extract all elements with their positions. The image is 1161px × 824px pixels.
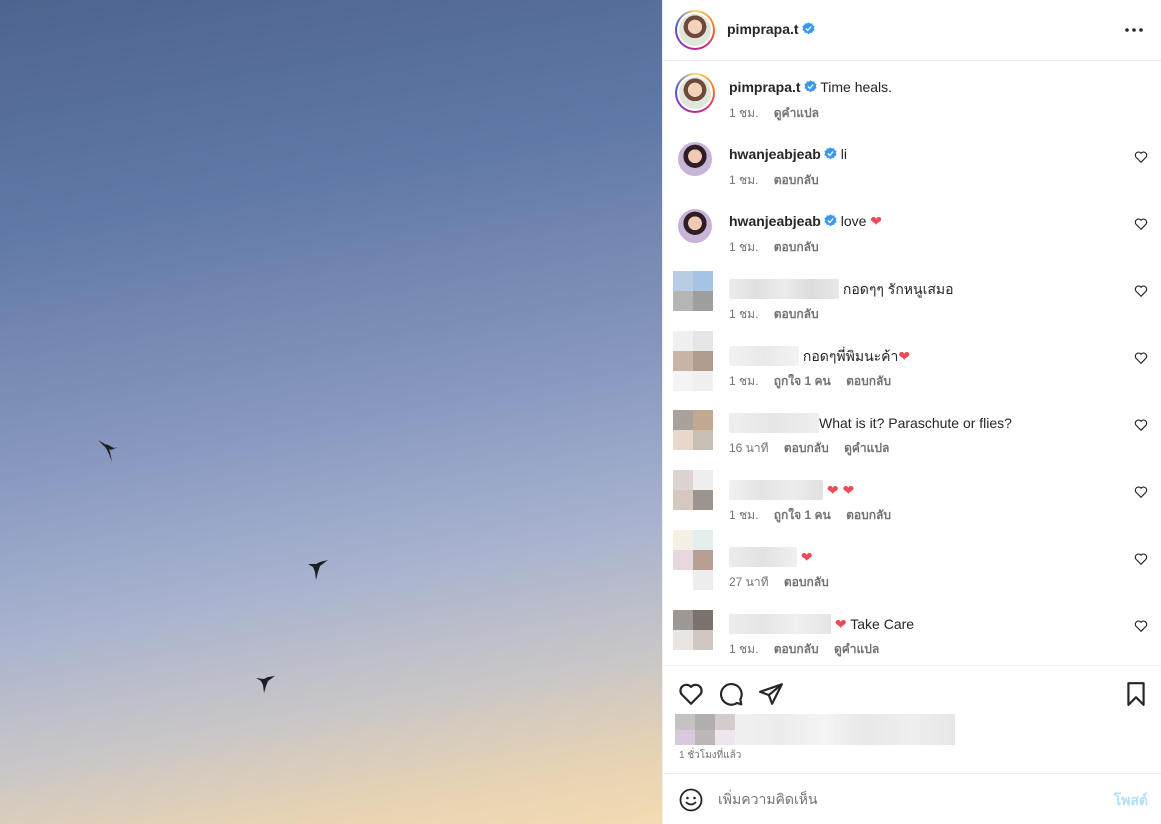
commenter-avatar[interactable] — [673, 331, 713, 391]
comment-likes-count[interactable]: ถูกใจ 1 คน — [774, 508, 831, 522]
reply-button[interactable]: ตอบกลับ — [784, 575, 829, 589]
comment-input[interactable] — [718, 787, 1098, 811]
author-avatar[interactable] — [675, 10, 715, 50]
commenter-username[interactable]: hwanjeabjeab — [729, 213, 821, 229]
bird-1 — [98, 440, 118, 462]
like-comment-icon[interactable] — [1134, 552, 1148, 566]
verified-icon — [803, 80, 817, 93]
blurred-username[interactable] — [729, 346, 799, 366]
bird-3 — [256, 676, 275, 693]
blurred-username[interactable] — [729, 480, 823, 500]
reply-button[interactable]: ตอบกลับ — [774, 642, 819, 656]
commenter-avatar[interactable] — [673, 470, 713, 510]
like-icon[interactable] — [678, 681, 704, 707]
comment-time[interactable]: 1 ชม. — [729, 307, 758, 321]
blurred-username[interactable] — [729, 614, 831, 634]
reply-button[interactable]: ตอบกลับ — [846, 508, 891, 522]
emoji-icon[interactable] — [679, 788, 703, 812]
comment-time[interactable]: 16 นาที — [729, 441, 769, 455]
caption-text: Time heals. — [820, 79, 893, 95]
commenter-avatar[interactable] — [673, 610, 713, 650]
comment-time[interactable]: 27 นาที — [729, 575, 769, 589]
commenter-avatar[interactable] — [673, 530, 713, 590]
author-name-row: pimprapa.t — [727, 21, 815, 39]
comment-icon[interactable] — [718, 681, 744, 707]
verified-icon — [824, 147, 837, 160]
caption-username[interactable]: pimprapa.t — [729, 79, 801, 95]
like-comment-icon[interactable] — [1134, 418, 1148, 432]
comment-time[interactable]: 1 ชม. — [729, 173, 758, 187]
add-comment-bar: โพสต์ — [663, 773, 1161, 824]
post-header: pimprapa.t — [663, 0, 1161, 61]
reply-button[interactable]: ตอบกลับ — [774, 240, 819, 254]
like-comment-icon[interactable] — [1134, 351, 1148, 365]
blurred-username[interactable] — [729, 547, 797, 567]
commenter-avatar[interactable] — [678, 142, 712, 176]
red-heart-emoji: ❤ — [842, 482, 855, 498]
commenter-username[interactable]: hwanjeabjeab — [729, 146, 821, 162]
verified-icon — [824, 214, 837, 227]
red-heart-emoji: ❤ — [826, 482, 839, 498]
verified-icon — [801, 22, 815, 35]
post-comment-button[interactable]: โพสต์ — [1114, 790, 1148, 812]
red-heart-emoji: ❤ — [800, 549, 813, 565]
comment-time[interactable]: 1 ชม. — [729, 508, 758, 522]
comment-likes-count[interactable]: ถูกใจ 1 คน — [774, 374, 831, 388]
comment-text: li — [840, 146, 847, 162]
blurred-username[interactable] — [729, 279, 839, 299]
post-time[interactable]: 1 ชั่วโมงที่แล้ว — [679, 748, 741, 763]
comment-text: Take Care — [850, 616, 915, 632]
reply-button[interactable]: ตอบกลับ — [774, 307, 819, 321]
comment-text: กอดๆๆ รักหนูเสมอ — [842, 281, 954, 297]
red-heart-emoji: ❤ — [834, 616, 847, 632]
comment-time[interactable]: 1 ชม. — [729, 240, 758, 254]
red-heart-emoji: ❤ — [870, 213, 883, 229]
post-actions: 1 ชั่วโมงที่แล้ว — [663, 665, 1161, 785]
translate-button[interactable]: ดูคำแปล — [834, 642, 879, 656]
caption-text-row: pimprapa.t Time heals. — [729, 78, 892, 96]
like-comment-icon[interactable] — [1134, 150, 1148, 164]
comment-time[interactable]: 1 ชม. — [729, 374, 758, 388]
author-username[interactable]: pimprapa.t — [727, 21, 799, 37]
blurred-username[interactable] — [729, 413, 819, 433]
post-photo[interactable] — [0, 0, 662, 824]
reply-button[interactable]: ตอบกลับ — [846, 374, 891, 388]
caption-avatar[interactable] — [675, 73, 715, 113]
commenter-avatar[interactable] — [673, 410, 713, 450]
like-comment-icon[interactable] — [1134, 217, 1148, 231]
liked-by-blurred[interactable] — [675, 714, 955, 745]
commenter-avatar[interactable] — [678, 209, 712, 243]
comment-text: love — [840, 213, 867, 229]
comment-time[interactable]: 1 ชม. — [729, 642, 758, 656]
bird-2 — [308, 560, 328, 580]
commenter-avatar[interactable] — [673, 271, 713, 311]
save-icon[interactable] — [1123, 681, 1149, 707]
caption-time[interactable]: 1 ชม. — [729, 106, 758, 120]
caption-meta: 1 ชม. ดูคำแปล — [729, 104, 831, 123]
translate-button[interactable]: ดูคำแปล — [844, 441, 889, 455]
like-comment-icon[interactable] — [1134, 485, 1148, 499]
comment-text: What is it? Paraschute or flies? — [819, 415, 1012, 431]
red-heart-emoji: ❤ — [898, 348, 911, 364]
share-icon[interactable] — [758, 681, 784, 707]
reply-button[interactable]: ตอบกลับ — [784, 441, 829, 455]
like-comment-icon[interactable] — [1134, 619, 1148, 633]
comment-text: กอดๆพี่พิมนะค้า — [802, 348, 899, 364]
comments-list[interactable]: pimprapa.t Time heals. 1 ชม. ดูคำแปล hwa… — [663, 61, 1161, 665]
translate-button[interactable]: ดูคำแปล — [774, 106, 819, 120]
more-options-icon[interactable] — [1124, 20, 1144, 40]
post-sidebar: pimprapa.t pimprapa.t Time heals. 1 ชม. … — [662, 0, 1161, 824]
reply-button[interactable]: ตอบกลับ — [774, 173, 819, 187]
like-comment-icon[interactable] — [1134, 284, 1148, 298]
